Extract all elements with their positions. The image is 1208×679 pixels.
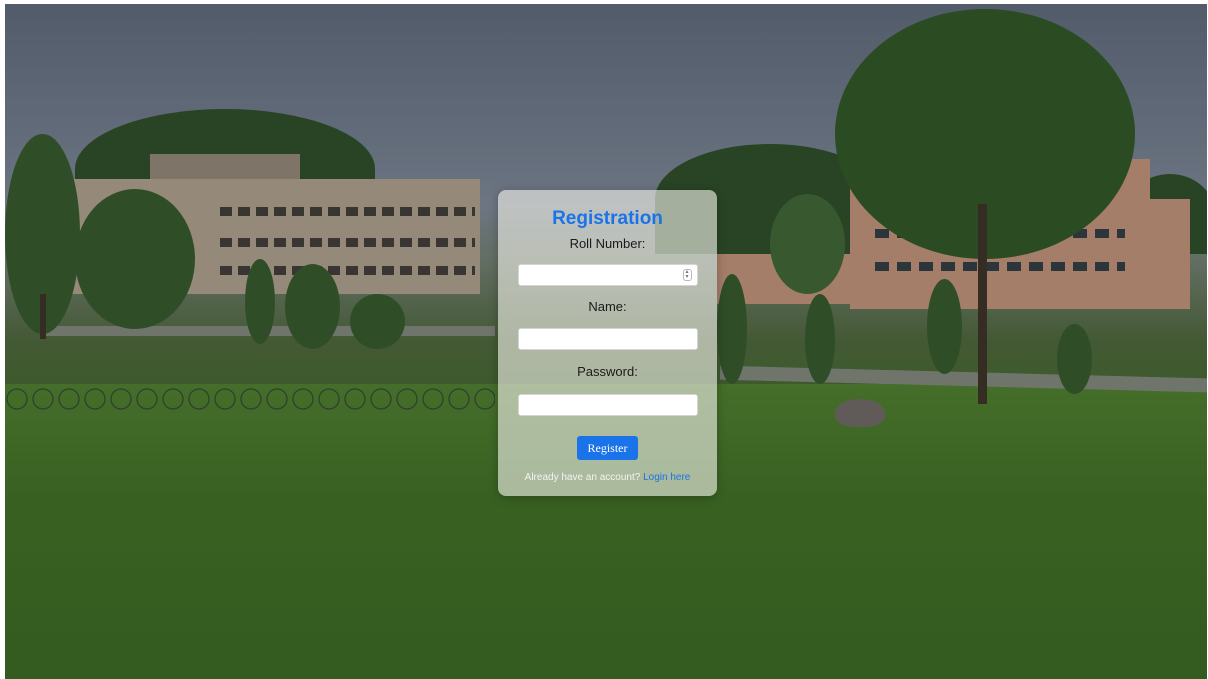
page-viewport: Registration Roll Number: ▴ ▾ Name: Passw… [5,4,1207,679]
number-spinner-icon[interactable]: ▴ ▾ [682,269,692,281]
login-prompt-line: Already have an account? Login here [498,471,717,484]
password-label: Password: [577,364,638,379]
password-wrapper [517,394,698,416]
roll-number-wrapper: ▴ ▾ [517,264,698,286]
roll-number-label: Roll Number: [569,236,646,251]
registration-card: Registration Roll Number: ▴ ▾ Name: Passw… [498,190,717,496]
name-label: Name: [588,299,627,314]
roll-number-input[interactable] [517,264,698,286]
login-link[interactable]: Login here [643,472,690,483]
login-prompt-text: Already have an account? [524,472,641,483]
register-button[interactable]: Register [577,436,638,460]
form-title: Registration [552,208,663,229]
name-wrapper [517,328,698,350]
name-input[interactable] [517,328,698,350]
password-input[interactable] [517,394,698,416]
